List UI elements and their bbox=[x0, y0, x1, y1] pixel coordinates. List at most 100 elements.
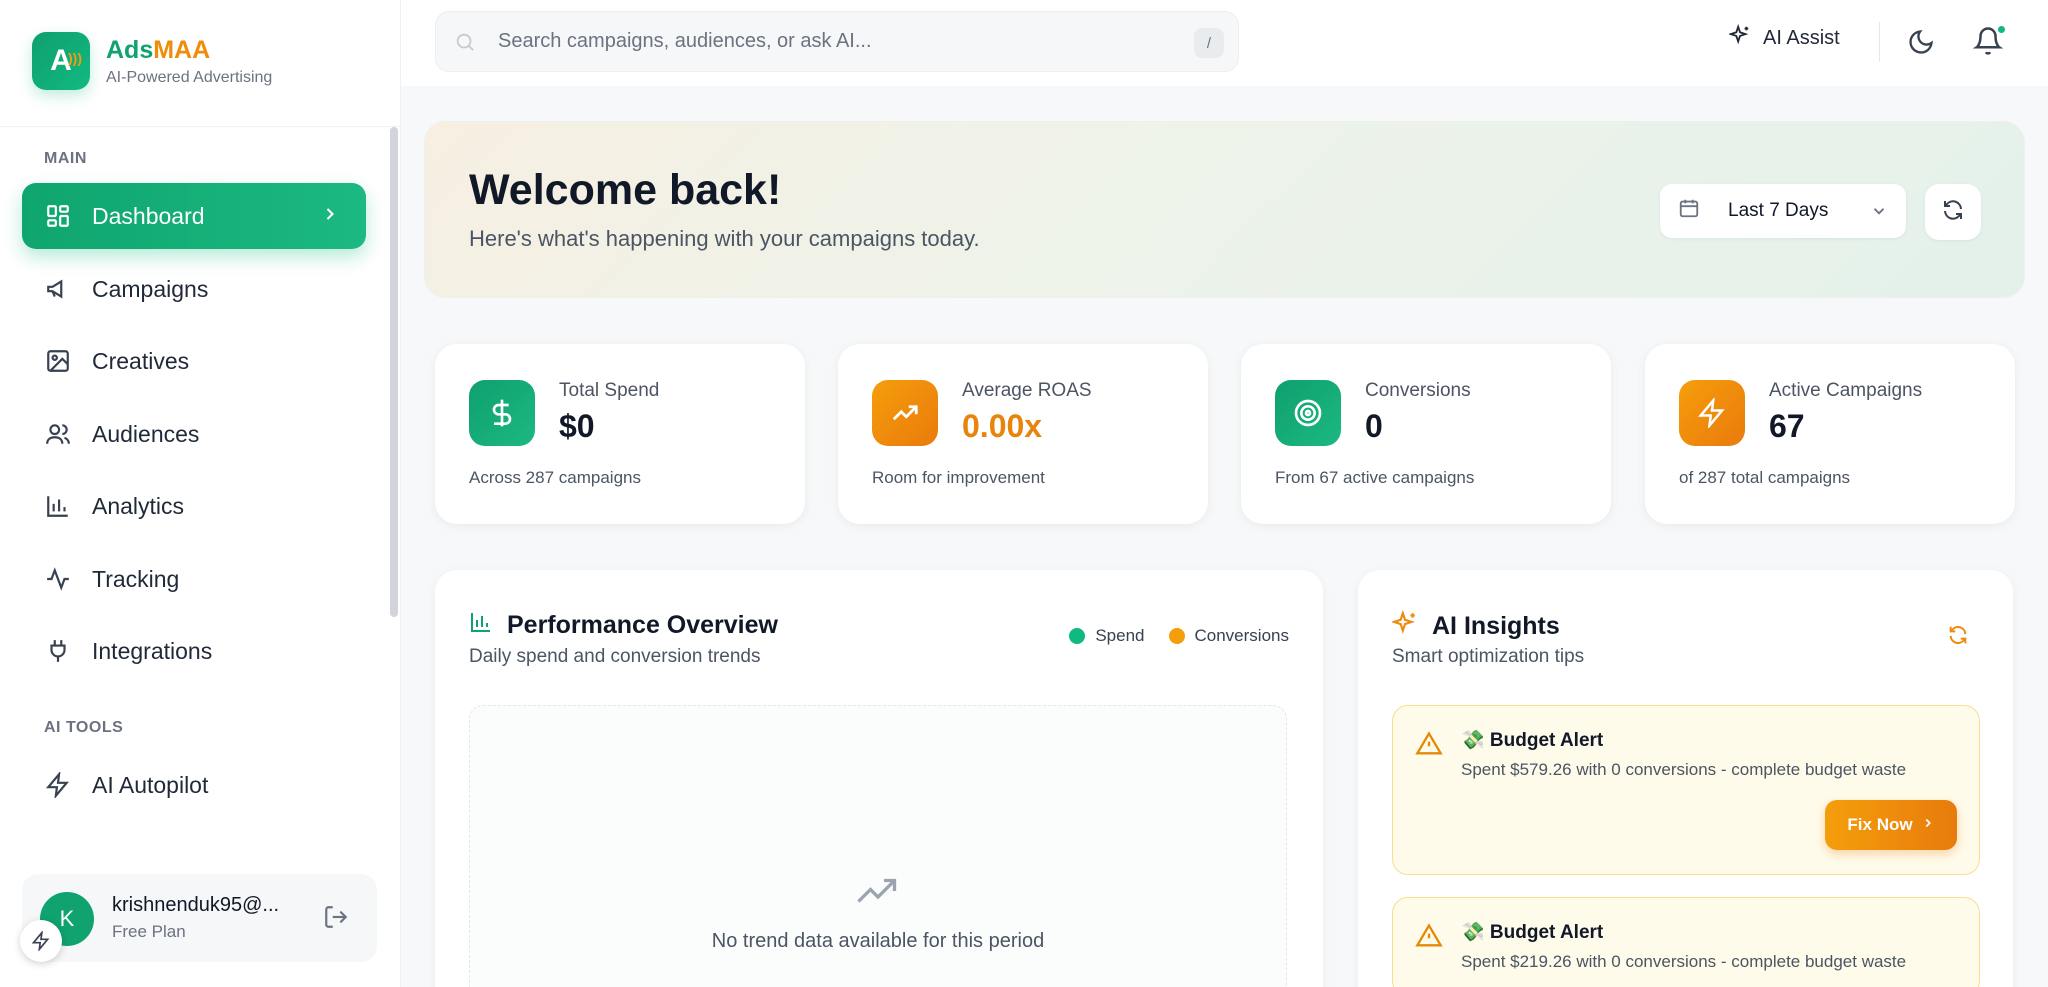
welcome-title: Welcome back! bbox=[469, 166, 782, 214]
empty-state-text: No trend data available for this period bbox=[711, 930, 1045, 952]
image-icon bbox=[44, 347, 72, 375]
stat-footnote: Across 287 campaigns bbox=[469, 468, 641, 487]
sidebar-item-label: Creatives bbox=[92, 347, 190, 374]
section-label-ai-tools: AI TOOLS bbox=[44, 719, 124, 736]
user-email: krishnenduk95@... bbox=[112, 894, 280, 916]
dark-mode-moon-icon[interactable] bbox=[1907, 28, 1935, 61]
sidebar-item-campaigns[interactable]: Campaigns bbox=[22, 256, 366, 322]
quick-action-bolt-icon[interactable] bbox=[20, 920, 62, 962]
brand-name-part2: MAA bbox=[153, 35, 211, 64]
date-range-select[interactable]: Last 7 Days bbox=[1660, 184, 1906, 238]
panel-subtitle: Smart optimization tips bbox=[1392, 646, 1585, 667]
stat-footnote: of 287 total campaigns bbox=[1679, 468, 1851, 487]
sidebar-item-audiences[interactable]: Audiences bbox=[22, 401, 366, 467]
stat-value: 0.00x bbox=[962, 408, 1043, 444]
trending-up-icon bbox=[872, 380, 938, 446]
legend-label: Spend bbox=[1095, 626, 1145, 645]
brand-name-part1: Ads bbox=[106, 35, 154, 64]
sidebar-item-dashboard[interactable]: Dashboard bbox=[22, 183, 366, 249]
ai-assist-label: AI Assist bbox=[1763, 26, 1840, 49]
sidebar-item-analytics[interactable]: Analytics bbox=[22, 473, 366, 539]
sidebar-item-label: AI Autopilot bbox=[92, 771, 209, 798]
sidebar-item-integrations[interactable]: Integrations bbox=[22, 618, 366, 684]
stat-label: Total Spend bbox=[559, 380, 660, 401]
chevron-right-icon bbox=[320, 203, 340, 230]
sparkles-icon bbox=[1390, 609, 1418, 643]
legend-item-conversions: Conversions bbox=[1168, 626, 1290, 646]
stat-value: 0 bbox=[1365, 408, 1383, 444]
stat-value: 67 bbox=[1769, 408, 1805, 444]
panel-title-text: Performance Overview bbox=[507, 611, 778, 639]
warning-icon bbox=[1415, 922, 1443, 955]
legend-swatch bbox=[1168, 628, 1185, 644]
user-plan: Free Plan bbox=[112, 922, 186, 941]
refresh-button[interactable] bbox=[1925, 184, 1981, 240]
search-icon bbox=[454, 31, 476, 53]
alert-title: 💸 Budget Alert bbox=[1461, 922, 1604, 943]
logout-icon[interactable] bbox=[323, 904, 349, 935]
stat-footnote: Room for improvement bbox=[872, 468, 1045, 487]
sidebar-item-label: Integrations bbox=[92, 637, 213, 664]
sidebar-item-tracking[interactable]: Tracking bbox=[22, 546, 366, 612]
sidebar-item-label: Tracking bbox=[92, 565, 180, 592]
stat-card-total-spend[interactable]: Total Spend $0 Across 287 campaigns bbox=[435, 344, 805, 524]
chevron-down-icon bbox=[1870, 202, 1888, 226]
top-header: Search campaigns, audiences, or ask AI..… bbox=[401, 0, 2048, 86]
stat-card-active-campaigns[interactable]: Active Campaigns 67 of 287 total campaig… bbox=[1645, 344, 2015, 524]
megaphone-icon bbox=[44, 275, 72, 303]
chart-area-empty: No trend data available for this period bbox=[469, 705, 1287, 987]
ai-insights-panel: AI Insights Smart optimization tips 💸 Bu… bbox=[1358, 570, 2013, 987]
stat-value: $0 bbox=[559, 408, 595, 444]
dollar-icon bbox=[469, 380, 535, 446]
panel-title: Performance Overview bbox=[469, 610, 778, 641]
notifications-bell-icon[interactable] bbox=[1972, 24, 2007, 61]
sidebar-item-label: Dashboard bbox=[92, 202, 205, 229]
insight-alert-card: 💸 Budget Alert Spent $579.26 with 0 conv… bbox=[1392, 705, 1980, 875]
section-label-main: MAIN bbox=[44, 150, 87, 167]
plug-icon bbox=[44, 637, 72, 665]
notification-dot bbox=[1996, 24, 2007, 35]
stat-footnote: From 67 active campaigns bbox=[1275, 468, 1475, 487]
insight-alert-card: 💸 Budget Alert Spent $219.26 with 0 conv… bbox=[1392, 897, 1980, 987]
fix-now-button[interactable]: Fix Now bbox=[1825, 800, 1957, 850]
refresh-icon bbox=[1941, 198, 1965, 227]
zap-icon bbox=[44, 771, 72, 799]
legend-label: Conversions bbox=[1194, 626, 1290, 645]
search-shortcut-key: / bbox=[1194, 28, 1224, 58]
stat-card-conversions[interactable]: Conversions 0 From 67 active campaigns bbox=[1241, 344, 1611, 524]
zap-icon bbox=[1679, 380, 1745, 446]
activity-icon bbox=[44, 565, 72, 593]
alert-description: Spent $579.26 with 0 conversions - compl… bbox=[1461, 760, 1907, 779]
panel-title-text: AI Insights bbox=[1432, 612, 1560, 640]
stat-label: Active Campaigns bbox=[1769, 380, 1923, 401]
ai-assist-button[interactable]: AI Assist bbox=[1727, 23, 1840, 52]
stat-label: Average ROAS bbox=[962, 380, 1092, 401]
brand[interactable]: A ))) AdsMAA AI-Powered Advertising bbox=[32, 32, 272, 90]
calendar-icon bbox=[1678, 197, 1700, 225]
date-range-value: Last 7 Days bbox=[1728, 200, 1829, 221]
brand-tagline: AI-Powered Advertising bbox=[106, 68, 273, 86]
user-card[interactable]: K krishnenduk95@... Free Plan bbox=[22, 874, 377, 962]
refresh-insights-icon[interactable] bbox=[1947, 624, 1969, 651]
sidebar: A ))) AdsMAA AI-Powered Advertising MAIN… bbox=[0, 0, 401, 987]
alert-title: 💸 Budget Alert bbox=[1461, 730, 1604, 751]
sidebar-item-ai-autopilot[interactable]: AI Autopilot bbox=[22, 752, 366, 818]
performance-overview-panel: Performance Overview Daily spend and con… bbox=[435, 570, 1323, 987]
sidebar-item-label: Analytics bbox=[92, 492, 185, 519]
search-input[interactable]: Search campaigns, audiences, or ask AI..… bbox=[435, 11, 1239, 72]
sidebar-item-creatives[interactable]: Creatives bbox=[22, 328, 366, 394]
welcome-banner: Welcome back! Here's what's happening wi… bbox=[424, 121, 2025, 298]
brand-name: AdsMAA bbox=[106, 36, 272, 65]
panel-title: AI Insights bbox=[1390, 609, 1560, 643]
welcome-subtitle: Here's what's happening with your campai… bbox=[469, 226, 980, 251]
sidebar-divider bbox=[0, 126, 401, 127]
panel-subtitle: Daily spend and conversion trends bbox=[469, 646, 761, 667]
brand-logo: A ))) bbox=[32, 32, 90, 90]
stat-label: Conversions bbox=[1365, 380, 1471, 401]
stat-card-average-roas[interactable]: Average ROAS 0.00x Room for improvement bbox=[838, 344, 1208, 524]
bar-chart-icon bbox=[44, 492, 72, 520]
signal-waves-icon: ))) bbox=[68, 50, 82, 66]
sidebar-scrollbar[interactable] bbox=[390, 127, 398, 617]
chevron-right-icon bbox=[1921, 815, 1935, 835]
users-icon bbox=[44, 420, 72, 448]
